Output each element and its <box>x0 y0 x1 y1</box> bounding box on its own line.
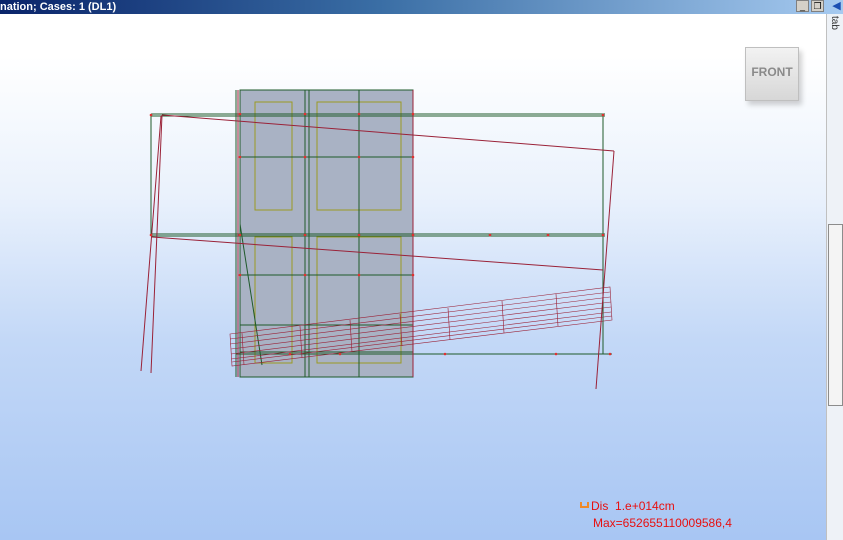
view-cube[interactable]: FRONT <box>745 47 799 101</box>
displacement-icon <box>580 502 589 508</box>
minimize-button[interactable]: _ <box>796 0 809 12</box>
legend-max-row: Max=652655110009586,4 <box>580 515 732 532</box>
displacement-legend: Dis 1.e+014cm Max=652655110009586,4 <box>580 498 732 532</box>
vertical-scrollbar[interactable] <box>826 14 843 540</box>
view-cube-label: FRONT <box>751 65 793 79</box>
legend-max: Max=652655110009586,4 <box>593 516 732 530</box>
legend-label: Dis <box>591 499 609 513</box>
model-viewport[interactable]: FRONT Dis 1.e+014cm Max=652655110009586,… <box>0 14 826 540</box>
legend-scale: 1.e+014cm <box>615 499 675 513</box>
legend-scale-row: Dis 1.e+014cm <box>580 498 732 515</box>
back-arrow-icon[interactable]: ◀ <box>830 0 843 12</box>
restore-button[interactable]: ❐ <box>811 0 824 12</box>
structure-model <box>140 89 615 390</box>
window-titlebar: nation; Cases: 1 (DL1) _ ❐ <box>0 0 843 14</box>
side-panel-text: tab <box>829 16 840 30</box>
window-title: nation; Cases: 1 (DL1) <box>0 1 117 13</box>
scrollbar-thumb[interactable] <box>828 224 843 406</box>
